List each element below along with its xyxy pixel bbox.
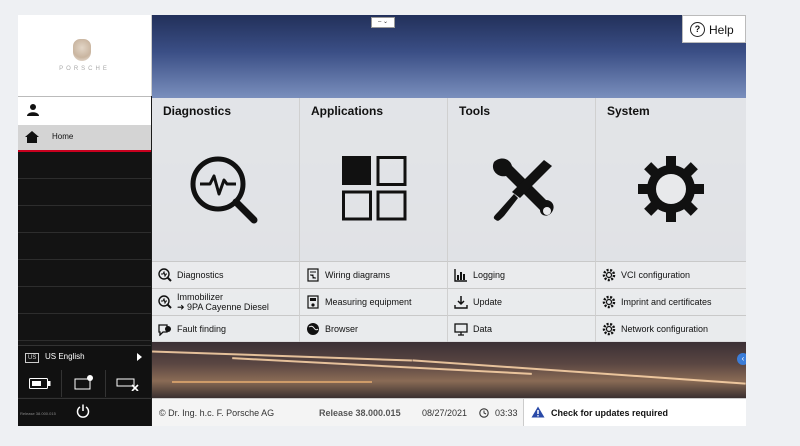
menu-item-diagnostics[interactable]: Diagnostics [152, 261, 300, 288]
system-gear-icon [638, 156, 704, 222]
tile-title: System [607, 104, 650, 118]
menu-item-data[interactable]: Data [448, 315, 596, 342]
immobilizer-label: Immobilizer [177, 292, 224, 302]
user-button[interactable] [18, 96, 151, 126]
menu-item-label: Network configuration [621, 324, 709, 334]
update-warning[interactable]: Check for updates required [523, 399, 746, 426]
tools-wrench-screwdriver-icon [492, 158, 554, 221]
tile-tools[interactable]: Tools [448, 98, 596, 262]
language-selector[interactable]: US US English [18, 345, 151, 370]
vci-disconnected-icon [116, 378, 139, 391]
logging-chart-icon [454, 269, 467, 282]
diagnostics-small-icon [158, 295, 172, 309]
menu-item-wiring-diagrams[interactable]: Wiring diagrams [300, 261, 448, 288]
sidebar-item-home[interactable]: Home [18, 125, 151, 152]
warning-icon [531, 406, 545, 418]
battery-status[interactable] [18, 370, 62, 397]
fault-finding-icon [158, 324, 171, 336]
menu-item-network-configuration[interactable]: Network configuration [596, 315, 746, 342]
porsche-logo: PORSCHE [18, 15, 152, 96]
porsche-wordmark: PORSCHE [59, 66, 110, 72]
tile-title: Diagnostics [163, 104, 232, 118]
status-bar [18, 370, 151, 397]
sidebar-empty-slot [18, 260, 151, 287]
clock-icon [479, 408, 489, 418]
gear-icon [602, 295, 616, 309]
help-label: Help [709, 23, 734, 37]
user-icon [27, 104, 39, 116]
main-area: – ⌄ ? Help Diagnostics Applications Tool… [152, 15, 746, 426]
measuring-equipment-icon [307, 295, 319, 309]
date-text: 08/27/2021 [422, 408, 468, 418]
tile-title: Applications [311, 104, 384, 118]
sidebar-item-label: Home [52, 132, 74, 141]
help-button[interactable]: ? Help [682, 15, 746, 43]
menu-item-label: Diagnostics [177, 270, 224, 280]
power-button-row: Release 38.000.015 [18, 398, 151, 426]
release-mini-text: Release 38.000.015 [20, 411, 56, 416]
tile-applications[interactable]: Applications [300, 98, 448, 262]
menu-item-logging[interactable]: Logging [448, 261, 596, 288]
warning-label: Check for updates required [551, 408, 669, 418]
chevron-left-icon[interactable]: ‹ [737, 353, 746, 365]
menu-item-label: Immobilizer ➜ 9PA Cayenne Diesel [177, 292, 269, 312]
release-text: Release 38.000.015 [319, 408, 401, 418]
language-label: US English [45, 352, 85, 361]
network-monitor-icon [74, 375, 93, 390]
globe-icon [307, 323, 319, 335]
menu-item-measuring-equipment[interactable]: Measuring equipment [300, 288, 448, 315]
tile-title: Tools [459, 104, 491, 118]
immobilizer-vehicle: ➜ 9PA Cayenne Diesel [177, 302, 269, 312]
language-badge: US [25, 353, 40, 363]
menu-item-label: Data [473, 324, 493, 334]
monitor-data-icon [454, 323, 468, 336]
menu-item-label: Browser [325, 324, 359, 334]
question-icon: ? [690, 22, 705, 37]
sidebar-empty-slot [18, 206, 151, 233]
background-road [152, 341, 746, 398]
menu-item-label: Wiring diagrams [325, 270, 391, 280]
sidebar-empty-slot [18, 287, 151, 314]
menu-item-fault-finding[interactable]: Fault finding [152, 315, 300, 342]
sidebar: PORSCHE Home US US English Release 38.00… [18, 15, 152, 426]
header-toggle[interactable]: – ⌄ [371, 17, 395, 28]
applications-grid-icon [342, 156, 407, 221]
menu-item-label: Imprint and certificates [621, 297, 712, 307]
gear-icon [602, 268, 616, 282]
sidebar-empty-slot [18, 314, 151, 341]
sidebar-empty-slot [18, 179, 151, 206]
menu-item-label: Logging [473, 270, 506, 280]
menu-item-update[interactable]: Update [448, 288, 596, 315]
menu-item-label: Measuring equipment [325, 297, 412, 307]
menu-item-immobilizer[interactable]: Immobilizer ➜ 9PA Cayenne Diesel [152, 288, 300, 315]
diagnostics-small-icon [158, 268, 172, 282]
download-update-icon [454, 296, 468, 309]
power-icon[interactable] [76, 404, 90, 418]
menu-item-label: Update [473, 297, 503, 307]
vci-status[interactable] [106, 370, 149, 397]
app-window: PORSCHE Home US US English Release 38.00… [18, 15, 746, 426]
tile-diagnostics[interactable]: Diagnostics [152, 98, 300, 262]
porsche-crest-icon [73, 39, 91, 61]
home-icon [25, 131, 39, 143]
chevron-right-icon [137, 353, 142, 361]
tile-system[interactable]: System [596, 98, 746, 262]
footer-bar: © Dr. Ing. h.c. F. Porsche AG Release 38… [152, 398, 746, 426]
battery-icon [29, 378, 51, 389]
menu-item-vci-configuration[interactable]: VCI configuration [596, 261, 746, 288]
network-status[interactable] [62, 370, 106, 397]
gear-icon [602, 322, 616, 336]
background-sky [152, 15, 746, 98]
diagnostics-magnifier-icon [190, 156, 258, 224]
copyright-text: © Dr. Ing. h.c. F. Porsche AG [159, 408, 275, 418]
menu-item-label: VCI configuration [621, 270, 691, 280]
menu-item-browser[interactable]: Browser [300, 315, 448, 342]
sidebar-empty-slot [18, 152, 151, 179]
wiring-diagram-icon [307, 268, 319, 282]
sidebar-empty-slot [18, 233, 151, 260]
menu-item-imprint-certificates[interactable]: Imprint and certificates [596, 288, 746, 315]
time-text: 03:33 [495, 408, 518, 418]
menu-item-label: Fault finding [177, 324, 227, 334]
